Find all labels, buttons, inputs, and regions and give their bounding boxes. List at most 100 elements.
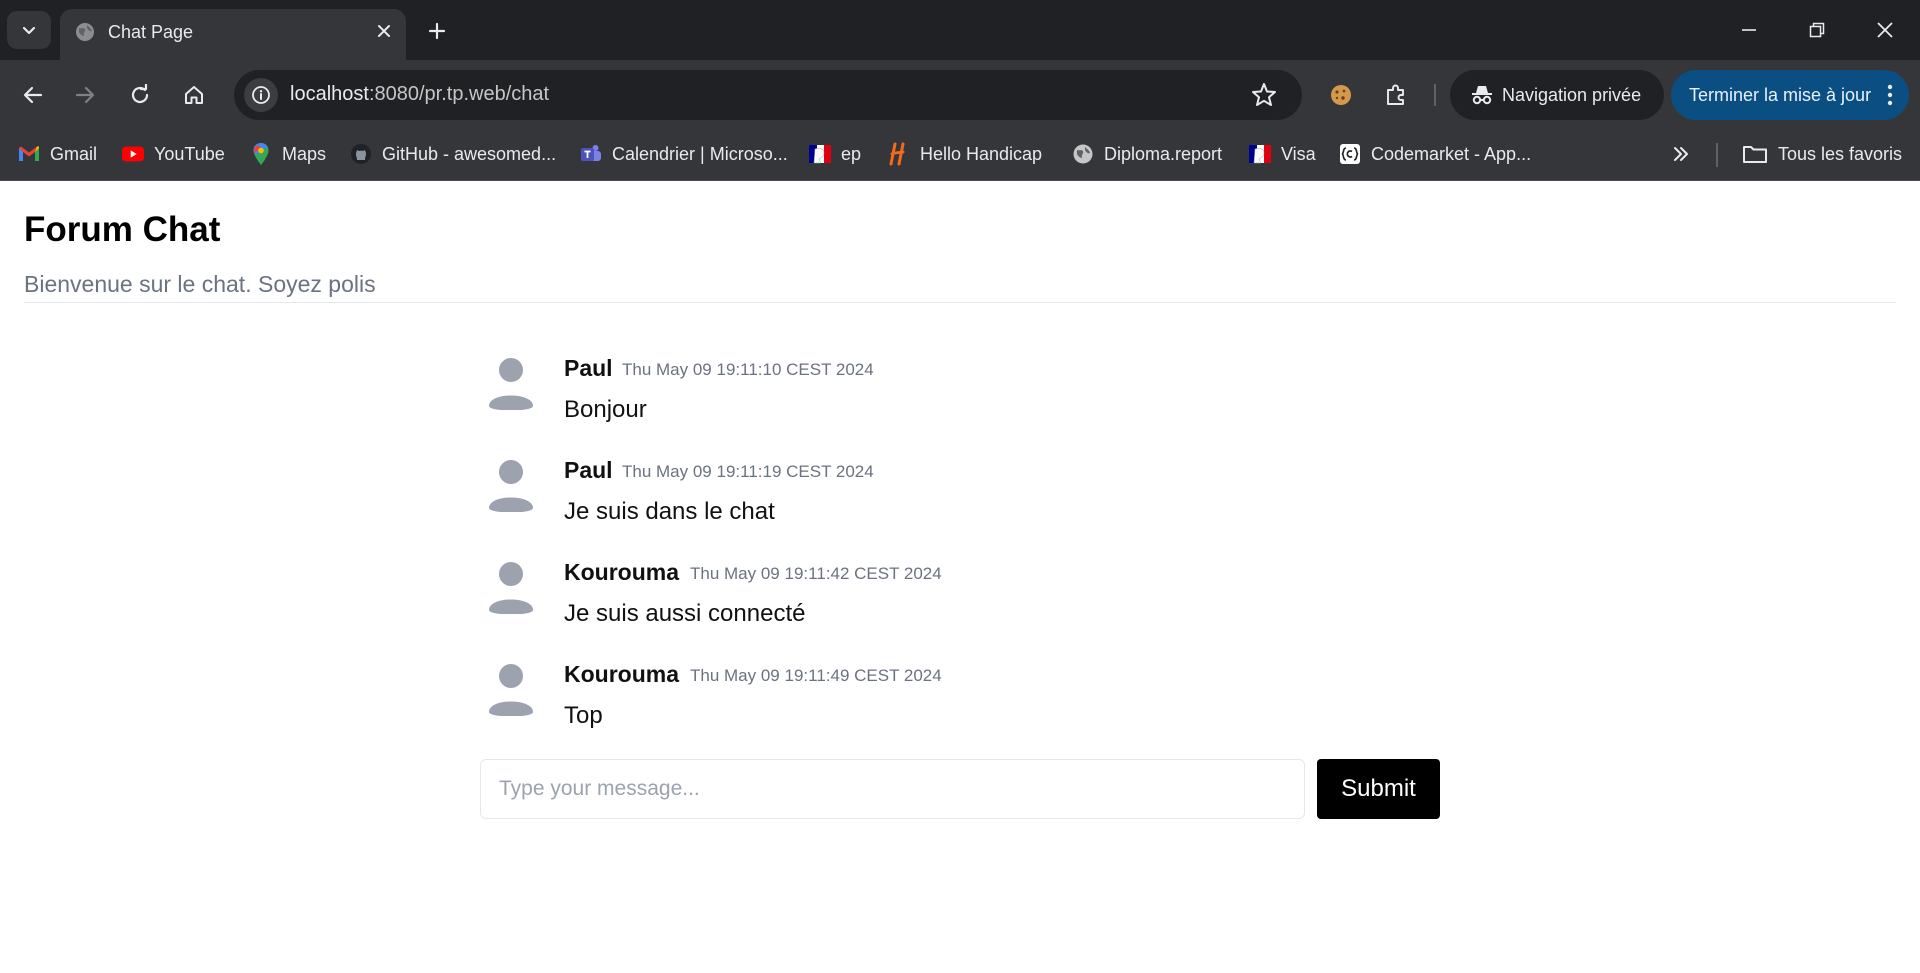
info-icon xyxy=(252,86,270,104)
message-author: Paul xyxy=(564,355,613,381)
tab-search-button[interactable] xyxy=(7,11,51,49)
bookmark-hello-handicap[interactable]: Hello Handicap xyxy=(888,139,1042,169)
arrow-left-icon xyxy=(23,86,43,104)
close-icon xyxy=(378,25,390,37)
all-bookmarks-folder[interactable]: Tous les favoris xyxy=(1742,139,1902,169)
bookmark-label: Visa xyxy=(1281,143,1316,164)
double-chevron-right-icon xyxy=(1674,147,1688,161)
active-tab[interactable]: Chat Page xyxy=(60,9,406,60)
submit-button[interactable]: Submit xyxy=(1317,759,1440,819)
bookmark-diploma[interactable]: Diploma.report xyxy=(1072,139,1222,169)
header-divider xyxy=(24,302,1896,303)
message-timestamp: Thu May 09 19:11:19 CEST 2024 xyxy=(622,462,874,481)
bookmark-label: Maps xyxy=(282,143,327,164)
extensions-button[interactable] xyxy=(1378,77,1414,113)
reload-button[interactable] xyxy=(122,77,158,113)
avatar-icon xyxy=(489,358,533,410)
restore-button[interactable] xyxy=(1794,10,1840,50)
arrow-right-icon xyxy=(75,86,95,104)
bookmark-maps[interactable]: Maps xyxy=(250,139,326,169)
update-button[interactable]: Terminer la mise à jour xyxy=(1671,70,1909,120)
chevron-down-icon xyxy=(22,26,36,35)
more-bookmarks-button[interactable] xyxy=(1672,139,1690,169)
bookmarks-bar: Gmail YouTube Maps GitHub - awesomed... … xyxy=(0,129,1920,181)
bookmark-label: YouTube xyxy=(154,143,225,164)
message-input[interactable] xyxy=(480,759,1305,819)
plus-icon xyxy=(428,22,446,40)
teams-icon xyxy=(580,143,602,165)
url-path: :8080/pr.tp.web/chat xyxy=(368,83,550,105)
home-button[interactable] xyxy=(176,77,212,113)
codemarket-icon xyxy=(1339,143,1361,165)
bookmarks-divider xyxy=(1716,143,1718,167)
cookie-icon xyxy=(1331,85,1351,105)
message-composer: Submit xyxy=(480,759,1440,819)
more-vert-icon xyxy=(1887,84,1893,106)
page-title: Forum Chat xyxy=(24,210,221,249)
restore-icon xyxy=(1809,22,1825,38)
bookmark-label: Diploma.report xyxy=(1104,143,1223,164)
back-button[interactable] xyxy=(15,77,51,113)
bookmark-calendrier[interactable]: Calendrier | Microso... xyxy=(580,139,788,169)
github-icon xyxy=(350,143,372,165)
message-item: Paul Thu May 09 19:11:10 CEST 2024 Bonjo… xyxy=(480,352,1440,454)
avatar-icon xyxy=(489,562,533,614)
tab-bar: Chat Page xyxy=(0,0,1920,60)
bookmark-github[interactable]: GitHub - awesomed... xyxy=(350,139,556,169)
cookie-extension-button[interactable] xyxy=(1323,77,1359,113)
bookmark-codemarket[interactable]: Codemarket - App... xyxy=(1339,139,1531,169)
bookmark-label: ep xyxy=(841,143,862,164)
message-text: Bonjour xyxy=(564,396,647,423)
gmail-icon xyxy=(18,143,40,165)
bookmark-visa[interactable]: Visa xyxy=(1249,139,1316,169)
incognito-badge[interactable]: Navigation privée xyxy=(1450,70,1664,120)
toolbar-divider xyxy=(1434,84,1436,106)
bookmark-youtube[interactable]: YouTube xyxy=(122,139,225,169)
message-timestamp: Thu May 09 19:11:42 CEST 2024 xyxy=(690,564,942,583)
message-timestamp: Thu May 09 19:11:10 CEST 2024 xyxy=(622,360,874,379)
youtube-icon xyxy=(122,143,144,165)
bookmark-ep[interactable]: ep xyxy=(809,139,861,169)
bookmark-gmail[interactable]: Gmail xyxy=(18,139,97,169)
hello-handicap-icon xyxy=(888,142,910,166)
globe-icon xyxy=(1072,143,1094,165)
site-info-button[interactable] xyxy=(244,78,278,112)
bookmark-star-icon[interactable] xyxy=(1250,81,1278,109)
page-subtitle: Bienvenue sur le chat. Soyez polis xyxy=(24,271,376,297)
message-item: Kourouma Thu May 09 19:11:42 CEST 2024 J… xyxy=(480,556,1440,658)
message-item: Kourouma Thu May 09 19:11:49 CEST 2024 T… xyxy=(480,658,1440,760)
all-bookmarks-label: Tous les favoris xyxy=(1778,143,1903,164)
address-bar[interactable]: localhost:8080/pr.tp.web/chat xyxy=(234,70,1302,120)
tab-close-button[interactable] xyxy=(372,19,396,43)
message-author: Paul xyxy=(564,457,613,483)
url-host: localhost xyxy=(290,83,369,105)
message-item: Paul Thu May 09 19:11:19 CEST 2024 Je su… xyxy=(480,454,1440,556)
marianne-icon xyxy=(809,143,831,165)
close-window-button[interactable] xyxy=(1862,10,1908,50)
folder-icon xyxy=(1742,143,1768,165)
minimize-icon xyxy=(1742,29,1756,31)
browser-toolbar: localhost:8080/pr.tp.web/chat Navigation… xyxy=(0,60,1920,129)
minimize-button[interactable] xyxy=(1726,10,1772,50)
tab-title: Chat Page xyxy=(108,22,194,42)
page-content: Forum Chat Bienvenue sur le chat. Soyez … xyxy=(0,182,1920,973)
bookmark-label: Hello Handicap xyxy=(920,143,1043,164)
message-author: Kourouma xyxy=(564,661,679,687)
home-icon xyxy=(185,86,203,104)
message-text: Top xyxy=(564,702,603,729)
close-icon xyxy=(1877,22,1893,38)
new-tab-button[interactable] xyxy=(422,16,452,46)
url-text[interactable]: localhost:8080/pr.tp.web/chat xyxy=(290,83,549,106)
globe-icon xyxy=(76,23,94,41)
marianne-icon xyxy=(1249,143,1271,165)
avatar-icon xyxy=(489,664,533,716)
message-text: Je suis dans le chat xyxy=(564,498,775,525)
update-label: Terminer la mise à jour xyxy=(1689,84,1872,105)
reload-icon xyxy=(131,84,149,104)
avatar-icon xyxy=(489,460,533,512)
incognito-icon xyxy=(1472,86,1492,105)
bookmark-label: Codemarket - App... xyxy=(1371,143,1532,164)
forward-button[interactable] xyxy=(67,77,103,113)
maps-icon xyxy=(250,143,272,165)
incognito-label: Navigation privée xyxy=(1502,84,1642,105)
